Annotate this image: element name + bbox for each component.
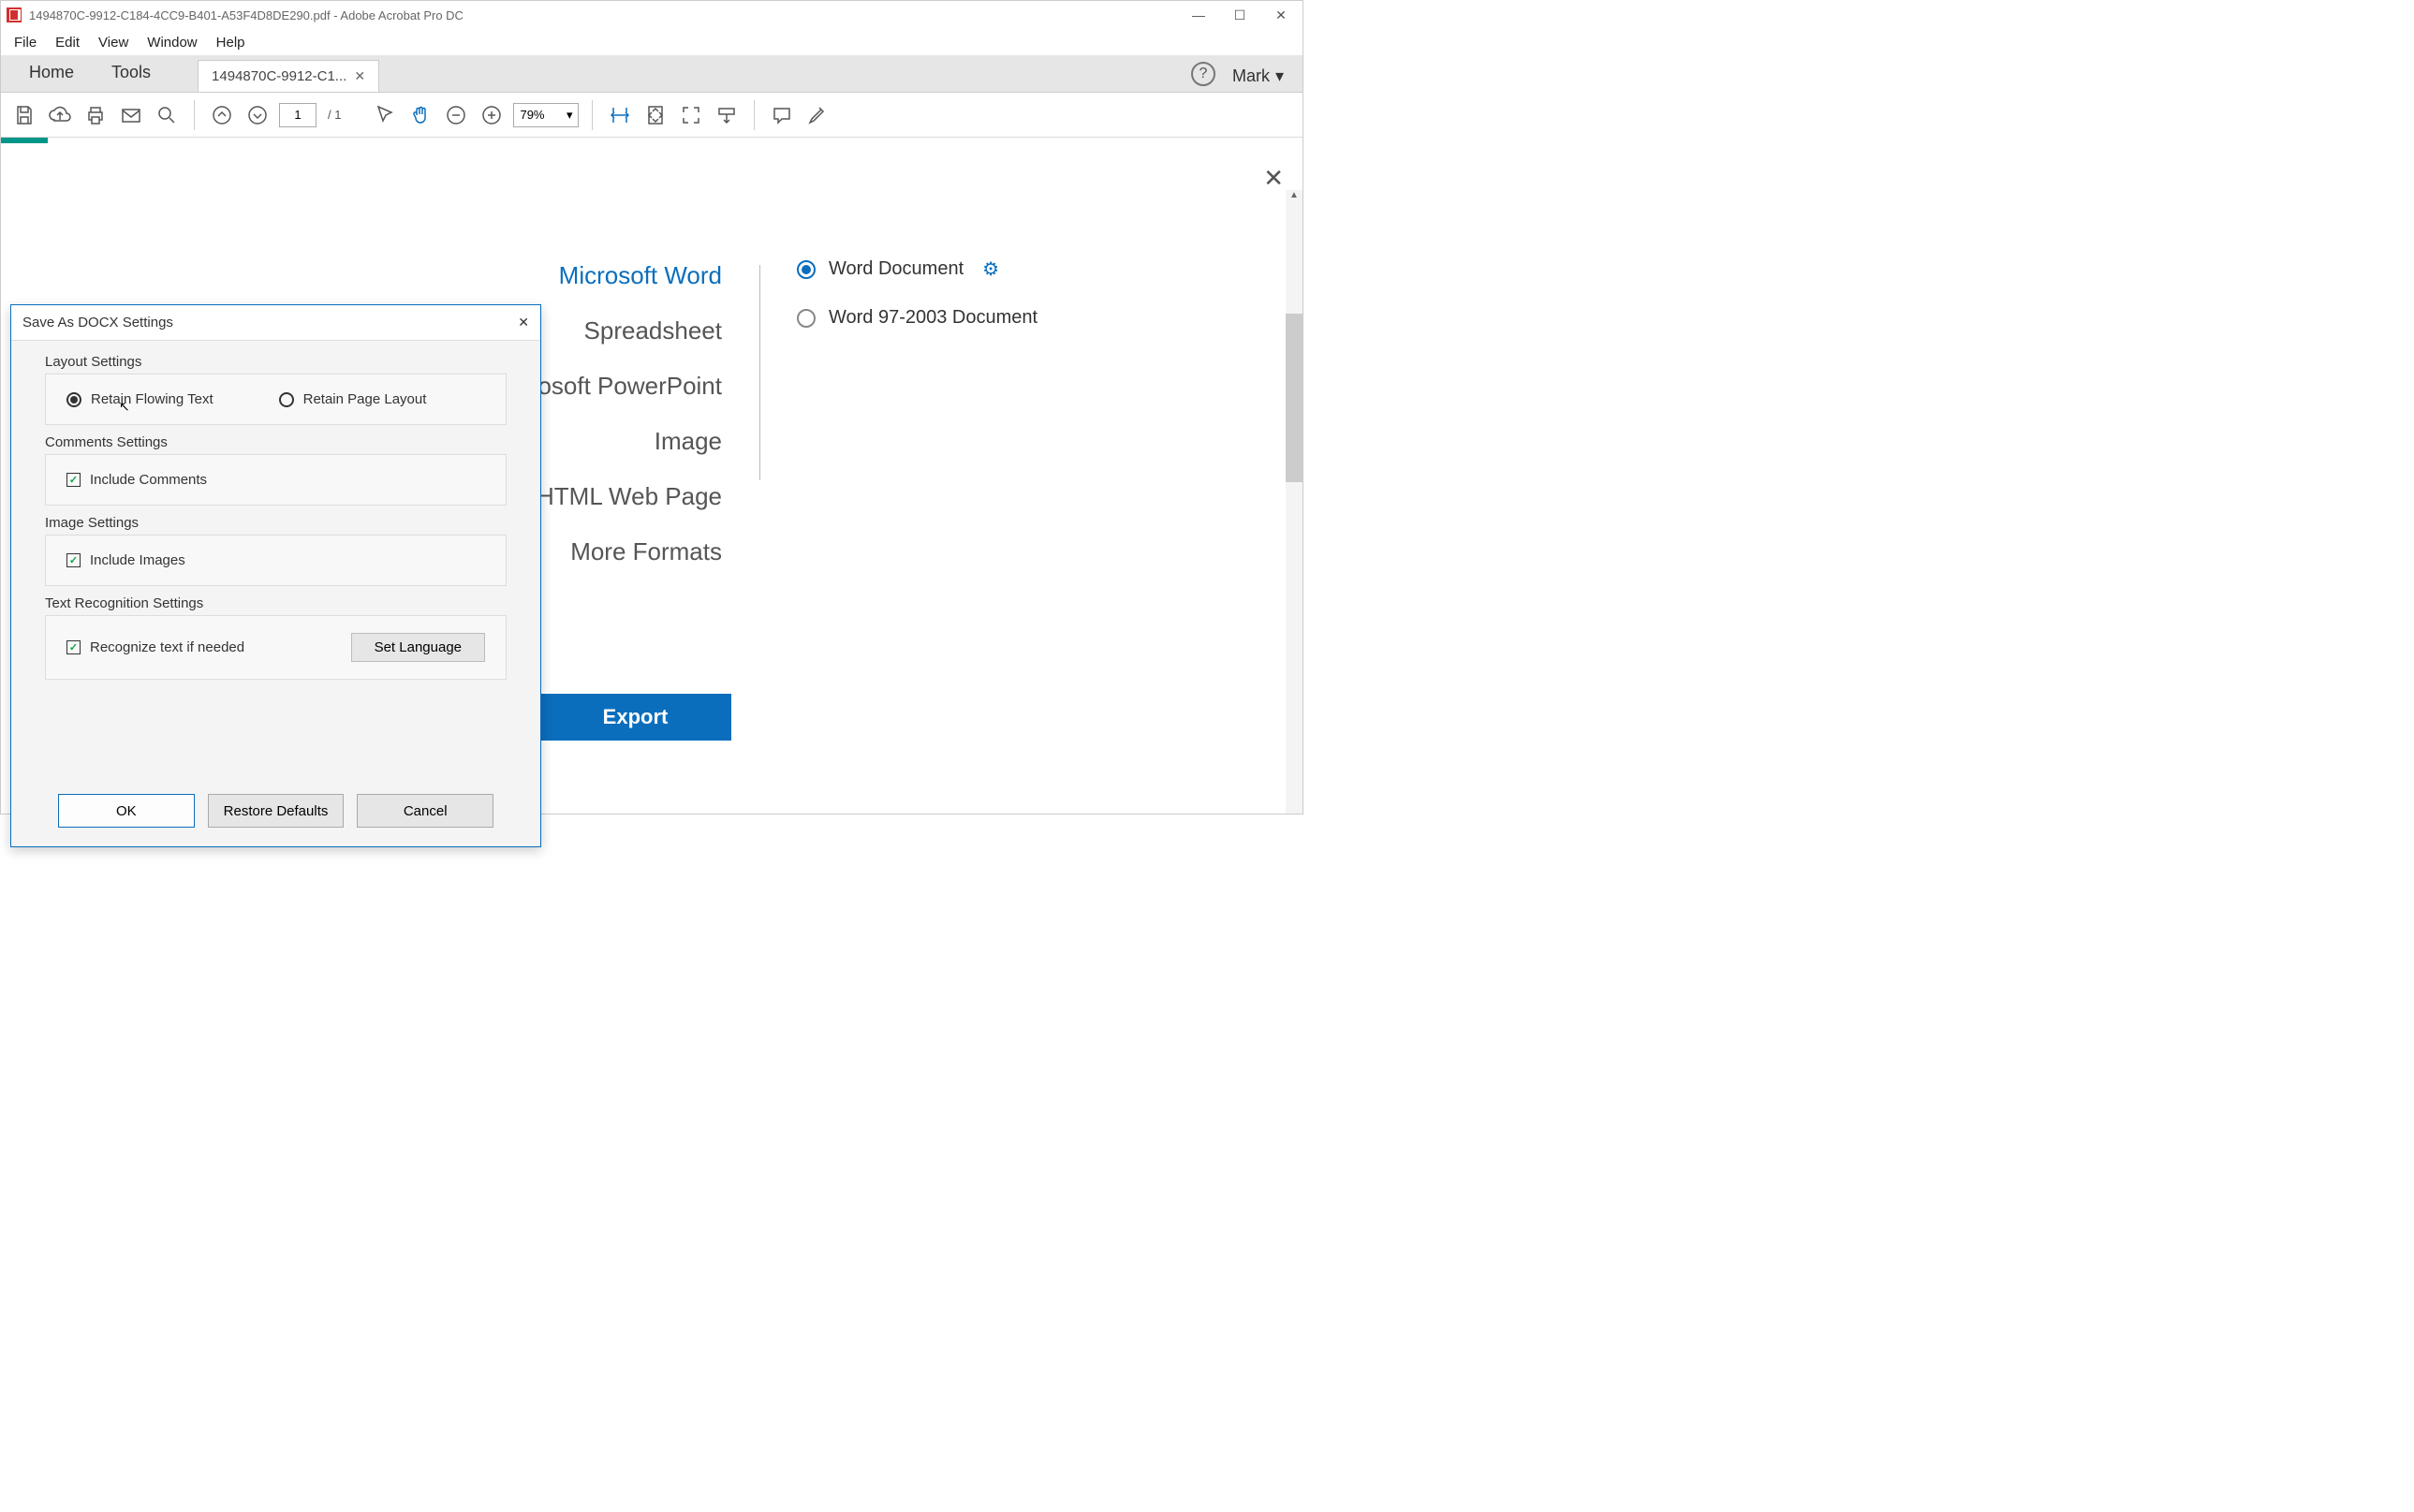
tab-tools[interactable]: Tools	[93, 53, 169, 92]
help-icon[interactable]: ?	[1191, 62, 1215, 86]
fit-page-icon[interactable]	[641, 101, 670, 129]
chevron-down-icon: ▾	[567, 108, 573, 123]
scroll-up-icon[interactable]: ▲	[1286, 190, 1303, 207]
tab-document-label: 1494870C-9912-C1...	[212, 68, 346, 84]
gear-icon[interactable]: ⚙	[982, 257, 999, 281]
scrollbar[interactable]: ▲	[1286, 190, 1303, 814]
close-window-button[interactable]: ✕	[1274, 8, 1288, 22]
dialog-title: Save As DOCX Settings	[22, 315, 173, 330]
dialog-close-icon[interactable]: ✕	[518, 315, 529, 330]
radio-retain-page[interactable]: Retain Page Layout	[279, 391, 427, 407]
chevron-down-icon: ▾	[1275, 66, 1284, 86]
layout-settings-label: Layout Settings	[45, 354, 507, 370]
menu-window[interactable]: Window	[147, 35, 197, 51]
image-settings-label: Image Settings	[45, 515, 507, 531]
restore-defaults-button[interactable]: Restore Defaults	[208, 794, 345, 828]
menubar: File Edit View Window Help	[1, 29, 1303, 55]
cancel-button[interactable]: Cancel	[357, 794, 493, 828]
export-button[interactable]: Export	[539, 694, 731, 741]
checkbox-include-comments[interactable]: Include Comments	[66, 472, 485, 488]
save-as-docx-dialog: Save As DOCX Settings ✕ Layout Settings …	[10, 304, 541, 847]
highlight-icon[interactable]	[803, 101, 832, 129]
titlebar: 1494870C-9912-C184-4CC9-B401-A53F4D8DE29…	[1, 1, 1303, 29]
zoom-select[interactable]: 79%▾	[513, 103, 579, 127]
fit-width-icon[interactable]	[606, 101, 634, 129]
checkbox-include-images[interactable]: Include Images	[66, 552, 485, 568]
minimize-button[interactable]: —	[1192, 8, 1205, 22]
set-language-button[interactable]: Set Language	[351, 633, 485, 662]
divider	[759, 265, 760, 480]
window-title: 1494870C-9912-C184-4CC9-B401-A53F4D8DE29…	[29, 8, 1192, 22]
comments-settings-label: Comments Settings	[45, 434, 507, 450]
close-panel-icon[interactable]: ✕	[1263, 164, 1284, 193]
ok-button[interactable]: OK	[58, 794, 195, 828]
menu-help[interactable]: Help	[216, 35, 245, 51]
search-icon[interactable]	[153, 101, 181, 129]
radio-word-document[interactable]: Word Document ⚙	[797, 257, 1038, 281]
page-up-icon[interactable]	[208, 101, 236, 129]
zoom-in-icon[interactable]	[478, 101, 506, 129]
radio-word-97[interactable]: Word 97-2003 Document	[797, 307, 1038, 329]
content-area: ✕ Microsoft Word Spreadsheet osoft Power…	[1, 138, 1303, 814]
menu-edit[interactable]: Edit	[55, 35, 80, 51]
toolbar: 1 / 1 79%▾	[1, 93, 1303, 138]
cloud-upload-icon[interactable]	[46, 101, 74, 129]
subformat-list: Word Document ⚙ Word 97-2003 Document	[797, 257, 1038, 355]
radio-word-97-label: Word 97-2003 Document	[829, 307, 1038, 329]
format-word[interactable]: Microsoft Word	[282, 248, 722, 303]
radio-word-document-label: Word Document	[829, 258, 964, 280]
hand-tool-icon[interactable]	[406, 101, 434, 129]
maximize-button[interactable]: ☐	[1233, 8, 1246, 22]
page-number-input[interactable]: 1	[279, 103, 316, 127]
page-count: / 1	[324, 108, 345, 122]
radio-retain-flowing[interactable]: Retain Flowing Text	[66, 391, 213, 407]
select-tool-icon[interactable]	[371, 101, 399, 129]
page-down-icon[interactable]	[243, 101, 272, 129]
print-icon[interactable]	[81, 101, 110, 129]
read-mode-icon[interactable]	[713, 101, 741, 129]
save-icon[interactable]	[10, 101, 38, 129]
text-recognition-label: Text Recognition Settings	[45, 595, 507, 611]
tab-close-icon[interactable]: ✕	[354, 68, 365, 84]
right-tool-pane[interactable]	[1286, 314, 1303, 482]
fullscreen-icon[interactable]	[677, 101, 705, 129]
user-name: Mark	[1232, 66, 1270, 86]
comment-icon[interactable]	[768, 101, 796, 129]
mail-icon[interactable]	[117, 101, 145, 129]
menu-file[interactable]: File	[14, 35, 37, 51]
checkbox-recognize-text[interactable]: Recognize text if needed	[66, 639, 244, 655]
menu-view[interactable]: View	[98, 35, 128, 51]
acrobat-icon	[7, 7, 22, 22]
user-menu[interactable]: Mark ▾	[1232, 66, 1284, 86]
zoom-out-icon[interactable]	[442, 101, 470, 129]
tab-document[interactable]: 1494870C-9912-C1... ✕	[198, 60, 379, 92]
tabstrip: Home Tools 1494870C-9912-C1... ✕ ? Mark …	[1, 55, 1303, 93]
accent-bar	[1, 138, 48, 143]
tab-home[interactable]: Home	[10, 53, 93, 92]
